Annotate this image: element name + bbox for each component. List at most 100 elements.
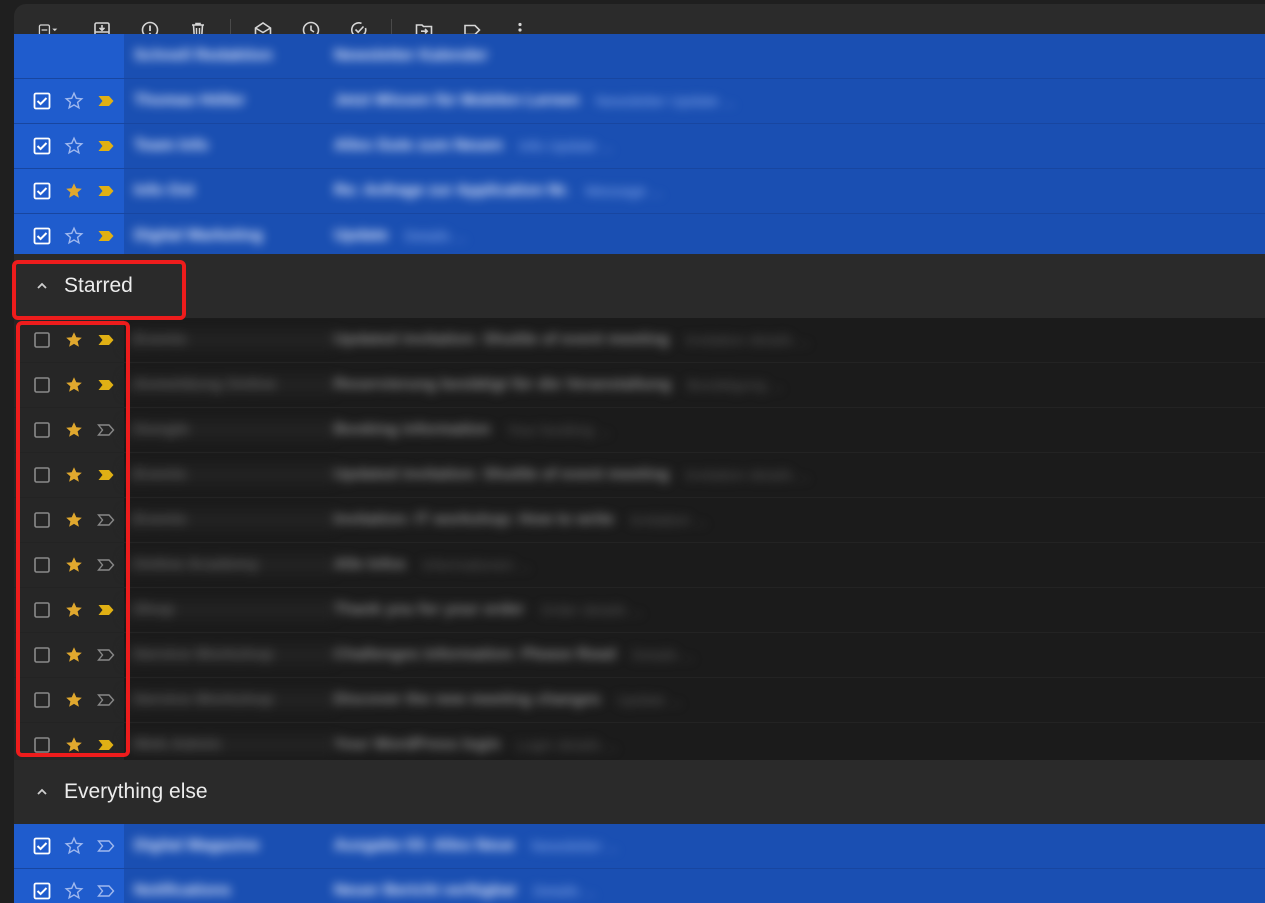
star-filled-icon[interactable] bbox=[58, 324, 90, 356]
email-row[interactable]: Anmeldung Online Reservierung bestätigt f… bbox=[14, 363, 1265, 408]
checkbox-icon[interactable] bbox=[26, 459, 58, 491]
star-filled-icon[interactable] bbox=[58, 549, 90, 581]
checkbox-icon[interactable] bbox=[26, 729, 58, 761]
email-row[interactable]: Events Invitation: IT workshop: How to wr… bbox=[14, 498, 1265, 543]
email-preview: Events Updated invitation: Shuttle of eve… bbox=[124, 453, 1265, 497]
star-filled-icon[interactable] bbox=[58, 639, 90, 671]
email-row[interactable]: Events Updated invitation: Shuttle of eve… bbox=[14, 453, 1265, 498]
important-filled-icon[interactable] bbox=[90, 130, 122, 162]
star-outline-icon[interactable] bbox=[58, 220, 90, 252]
important-outline-icon[interactable] bbox=[90, 414, 122, 446]
important-filled-icon[interactable] bbox=[90, 220, 122, 252]
checked-checkbox-icon[interactable] bbox=[26, 175, 58, 207]
email-row[interactable]: Info Ost Re: Anfrage zur Application Nr. M… bbox=[14, 169, 1265, 214]
email-row[interactable]: Online Academy Alle Infos Informationen ..… bbox=[14, 543, 1265, 588]
chevron-up-icon[interactable] bbox=[22, 278, 62, 294]
starred-rows: Events Updated invitation: Shuttle of eve… bbox=[14, 318, 1265, 768]
email-subject: Neuer Bericht verfügbar bbox=[334, 882, 518, 899]
email-row[interactable]: Digital Marketing Update Details ... bbox=[14, 214, 1265, 259]
section-header-starred[interactable]: Starred bbox=[14, 254, 1265, 318]
email-preview: Events Invitation: IT workshop: How to wr… bbox=[124, 498, 1265, 542]
star-filled-icon[interactable] bbox=[58, 369, 90, 401]
email-row[interactable]: Schnell Redaktion Newsletter Kalender bbox=[14, 34, 1265, 79]
email-preview: Info Ost Re: Anfrage zur Application Nr. M… bbox=[124, 169, 1265, 213]
email-sender: Digital Marketing bbox=[134, 227, 263, 244]
checkbox-icon[interactable] bbox=[26, 324, 58, 356]
email-sender: Events bbox=[124, 331, 334, 349]
email-preview: Notifications Neuer Bericht verfügbar Deta… bbox=[124, 869, 1265, 903]
checkbox-icon[interactable] bbox=[26, 414, 58, 446]
email-snippet: Info Update ... bbox=[518, 137, 614, 155]
email-sender: Anmeldung Online bbox=[124, 376, 334, 394]
email-row[interactable]: Thomas Höller Jetzt Wissen für Mobilen Le… bbox=[14, 79, 1265, 124]
checked-checkbox-icon[interactable] bbox=[26, 130, 58, 162]
email-row[interactable]: Google Booking information Your booking ..… bbox=[14, 408, 1265, 453]
chevron-up-icon[interactable] bbox=[22, 784, 62, 800]
email-preview: Anmeldung Online Reservierung bestätigt f… bbox=[124, 363, 1265, 407]
important-outline-icon[interactable] bbox=[90, 875, 122, 903]
email-sender: Web Admin bbox=[124, 736, 334, 754]
important-filled-icon[interactable] bbox=[90, 729, 122, 761]
email-row[interactable]: Digital Magazine Ausgabe 03: Alles Neue Ne… bbox=[14, 824, 1265, 869]
checkbox-icon[interactable] bbox=[26, 504, 58, 536]
checkbox-icon[interactable] bbox=[26, 369, 58, 401]
important-outline-icon[interactable] bbox=[90, 830, 122, 862]
checked-checkbox-icon[interactable] bbox=[26, 875, 58, 903]
checkbox-icon[interactable] bbox=[26, 594, 58, 626]
checked-checkbox-icon[interactable] bbox=[26, 830, 58, 862]
checked-checkbox-icon[interactable] bbox=[26, 220, 58, 252]
email-snippet: Invitation details ... bbox=[685, 466, 810, 484]
important-filled-icon[interactable] bbox=[90, 594, 122, 626]
star-filled-icon[interactable] bbox=[58, 175, 90, 207]
email-snippet: Login details ... bbox=[516, 736, 618, 754]
important-outline-icon[interactable] bbox=[90, 504, 122, 536]
important-filled-icon[interactable] bbox=[90, 459, 122, 491]
email-row[interactable]: Notifications Neuer Bericht verfügbar Deta… bbox=[14, 869, 1265, 903]
star-filled-icon[interactable] bbox=[58, 684, 90, 716]
star-filled-icon[interactable] bbox=[58, 459, 90, 491]
star-outline-icon[interactable] bbox=[58, 130, 90, 162]
email-sender: Thomas Höller bbox=[134, 92, 246, 109]
email-subject: Update bbox=[334, 227, 389, 244]
email-sender: Digital Magazine bbox=[134, 837, 260, 854]
checked-checkbox-icon[interactable] bbox=[26, 85, 58, 117]
checkbox-icon[interactable] bbox=[26, 549, 58, 581]
star-filled-icon[interactable] bbox=[58, 594, 90, 626]
star-filled-icon[interactable] bbox=[58, 504, 90, 536]
email-sender: Service Workshop bbox=[124, 691, 334, 709]
checkbox-icon[interactable] bbox=[26, 684, 58, 716]
important-filled-icon[interactable] bbox=[90, 369, 122, 401]
row-controls bbox=[14, 169, 124, 213]
email-snippet: Informationen ... bbox=[422, 556, 531, 574]
email-subject: Discover the new meeting changes bbox=[334, 691, 601, 708]
email-preview: Service Workshop Discover the new meeting… bbox=[124, 678, 1265, 722]
email-row[interactable]: Service Workshop Challenges information: … bbox=[14, 633, 1265, 678]
checkbox-icon[interactable] bbox=[26, 639, 58, 671]
email-sender: Events bbox=[124, 466, 334, 484]
email-row[interactable]: Events Updated invitation: Shuttle of eve… bbox=[14, 318, 1265, 363]
star-outline-icon[interactable] bbox=[58, 830, 90, 862]
email-subject: Ausgabe 03: Alles Neue bbox=[334, 837, 515, 854]
row-controls bbox=[14, 633, 124, 677]
important-outline-icon[interactable] bbox=[90, 639, 122, 671]
important-outline-icon[interactable] bbox=[90, 549, 122, 581]
email-preview: Service Workshop Challenges information: … bbox=[124, 633, 1265, 677]
important-filled-icon[interactable] bbox=[90, 85, 122, 117]
star-filled-icon[interactable] bbox=[58, 414, 90, 446]
email-subject: Re: Anfrage zur Application Nr. bbox=[334, 182, 570, 199]
email-row[interactable]: Team Info Alles Gute zum Neuen Info Update… bbox=[14, 124, 1265, 169]
email-row[interactable]: Shop Thank you for your order Order detail… bbox=[14, 588, 1265, 633]
important-filled-icon[interactable] bbox=[90, 324, 122, 356]
email-snippet: Your booking ... bbox=[506, 421, 611, 439]
email-preview: Thomas Höller Jetzt Wissen für Mobilen Le… bbox=[124, 79, 1265, 123]
important-filled-icon[interactable] bbox=[90, 175, 122, 207]
section-header-everything-else[interactable]: Everything else bbox=[14, 760, 1265, 824]
email-snippet: Newsletter ... bbox=[530, 837, 619, 855]
star-outline-icon[interactable] bbox=[58, 85, 90, 117]
section-title-starred: Starred bbox=[64, 274, 133, 297]
email-row[interactable]: Service Workshop Discover the new meeting… bbox=[14, 678, 1265, 723]
star-filled-icon[interactable] bbox=[58, 729, 90, 761]
star-outline-icon[interactable] bbox=[58, 875, 90, 903]
email-subject: Challenges information: Please Read bbox=[334, 646, 616, 663]
important-outline-icon[interactable] bbox=[90, 684, 122, 716]
